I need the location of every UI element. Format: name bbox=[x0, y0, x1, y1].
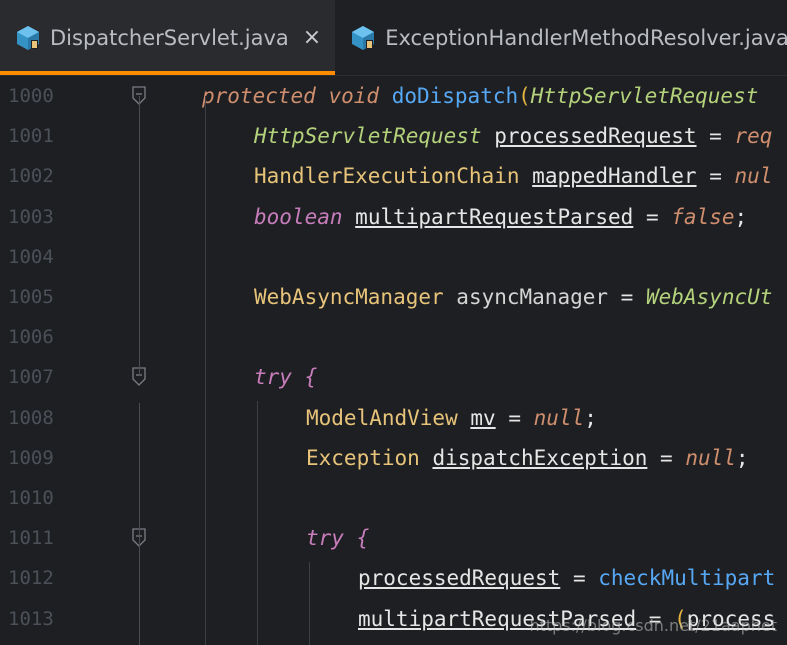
code-token: HandlerExecutionChain bbox=[254, 164, 520, 189]
line-number: 1003 bbox=[8, 205, 54, 228]
line-number: 1013 bbox=[8, 607, 54, 630]
code-token: = bbox=[696, 124, 735, 149]
line-number: 1009 bbox=[8, 446, 54, 469]
code-token: ; bbox=[584, 405, 597, 430]
code-token: dispatchException bbox=[432, 445, 648, 470]
code-line[interactable]: HandlerExecutionChain mappedHandler = nu… bbox=[254, 156, 772, 196]
line-number: 1004 bbox=[8, 245, 54, 268]
java-class-icon bbox=[352, 25, 375, 50]
line-number: 1012 bbox=[8, 567, 54, 590]
code-line[interactable]: Exception dispatchException = null; bbox=[306, 438, 749, 478]
code-token: ; bbox=[735, 445, 749, 470]
close-icon[interactable]: × bbox=[303, 25, 321, 50]
fold-rail bbox=[139, 403, 140, 645]
code-line[interactable]: try { bbox=[254, 357, 317, 397]
line-number-gutter: 1000 1001 1002 1003 1004 1005 1006 1007 1008 1009… bbox=[0, 76, 146, 645]
java-class-icon bbox=[17, 25, 39, 50]
code-token: = bbox=[560, 566, 599, 591]
code-token: null bbox=[533, 405, 585, 430]
tab-dispatcher-servlet[interactable]: DispatcherServlet.java × bbox=[0, 0, 336, 75]
code-token: Exception bbox=[306, 445, 420, 470]
code-token: protected bbox=[202, 84, 316, 108]
code-token: = bbox=[647, 445, 686, 470]
code-token: checkMultipart bbox=[598, 566, 776, 591]
code-token: req bbox=[734, 124, 773, 149]
code-token: asyncManager bbox=[443, 285, 609, 309]
code-token: WebAsyncManager bbox=[254, 285, 444, 309]
code-token: = bbox=[495, 405, 534, 430]
code-token: ModelAndView bbox=[306, 405, 458, 430]
code-token: null bbox=[685, 445, 736, 470]
code-token: multipartRequestParsed bbox=[355, 204, 634, 229]
code-token: = bbox=[608, 285, 646, 309]
code-token: mv bbox=[470, 405, 496, 430]
code-token: = bbox=[633, 204, 672, 229]
line-number: 1011 bbox=[8, 527, 54, 550]
code-token: HttpServletRequest bbox=[254, 124, 482, 149]
code-token: false bbox=[671, 204, 735, 229]
indent-guide bbox=[205, 96, 206, 645]
code-token: processedRequest bbox=[494, 124, 697, 149]
indent-guide bbox=[309, 562, 310, 645]
line-number: 1006 bbox=[8, 326, 54, 349]
code-token: void bbox=[328, 84, 380, 108]
line-number: 1010 bbox=[8, 487, 54, 509]
code-token: ; bbox=[734, 204, 748, 229]
line-number: 1000 bbox=[8, 85, 54, 107]
code-token: WebAsyncUt bbox=[645, 285, 773, 309]
line-number: 1001 bbox=[8, 125, 54, 148]
code-line[interactable]: ModelAndView mv = null; bbox=[306, 398, 597, 438]
code-token: nul bbox=[734, 164, 773, 189]
fold-rail bbox=[139, 96, 140, 376]
tab-exception-handler-method-resolver[interactable]: ExceptionHandlerMethodResolver.java × bbox=[335, 0, 787, 75]
editor-tab-bar: DispatcherServlet.java × ExceptionHandle… bbox=[0, 0, 787, 76]
line-number: 1008 bbox=[8, 406, 54, 429]
line-number: 1007 bbox=[8, 366, 54, 389]
code-line[interactable]: boolean multipartRequestParsed = false; bbox=[254, 197, 747, 237]
code-token: try bbox=[306, 526, 344, 551]
line-number: 1002 bbox=[8, 165, 54, 188]
code-editor[interactable]: 1000 1001 1002 1003 1004 1005 1006 1007 1008 1009… bbox=[0, 76, 787, 645]
tab-label: DispatcherServlet.java bbox=[50, 25, 289, 50]
code-token: { bbox=[356, 526, 370, 551]
code-token: boolean bbox=[254, 204, 343, 229]
code-line[interactable]: WebAsyncManager asyncManager = WebAsyncU… bbox=[254, 277, 772, 317]
line-number: 1005 bbox=[8, 286, 54, 308]
code-line[interactable]: processedRequest = checkMultipart bbox=[358, 558, 775, 598]
code-line[interactable]: protected void doDispatch(HttpServletReq… bbox=[202, 76, 758, 116]
code-token: = bbox=[696, 164, 735, 189]
code-token: doDispatch bbox=[391, 84, 519, 108]
code-token: try bbox=[254, 365, 292, 390]
indent-guide bbox=[257, 401, 258, 645]
code-token: mappedHandler bbox=[532, 164, 697, 189]
code-line[interactable]: HttpServletRequest processedRequest = re… bbox=[254, 116, 772, 156]
watermark-text: https://blog.csdn.net/21aaphet bbox=[529, 616, 777, 635]
code-token: processedRequest bbox=[358, 566, 561, 591]
tab-label: ExceptionHandlerMethodResolver.java bbox=[385, 25, 787, 50]
code-token: HttpServletRequest bbox=[530, 84, 759, 108]
code-token: ( bbox=[518, 84, 531, 108]
code-token: { bbox=[304, 365, 318, 390]
code-line[interactable]: try { bbox=[306, 518, 369, 558]
